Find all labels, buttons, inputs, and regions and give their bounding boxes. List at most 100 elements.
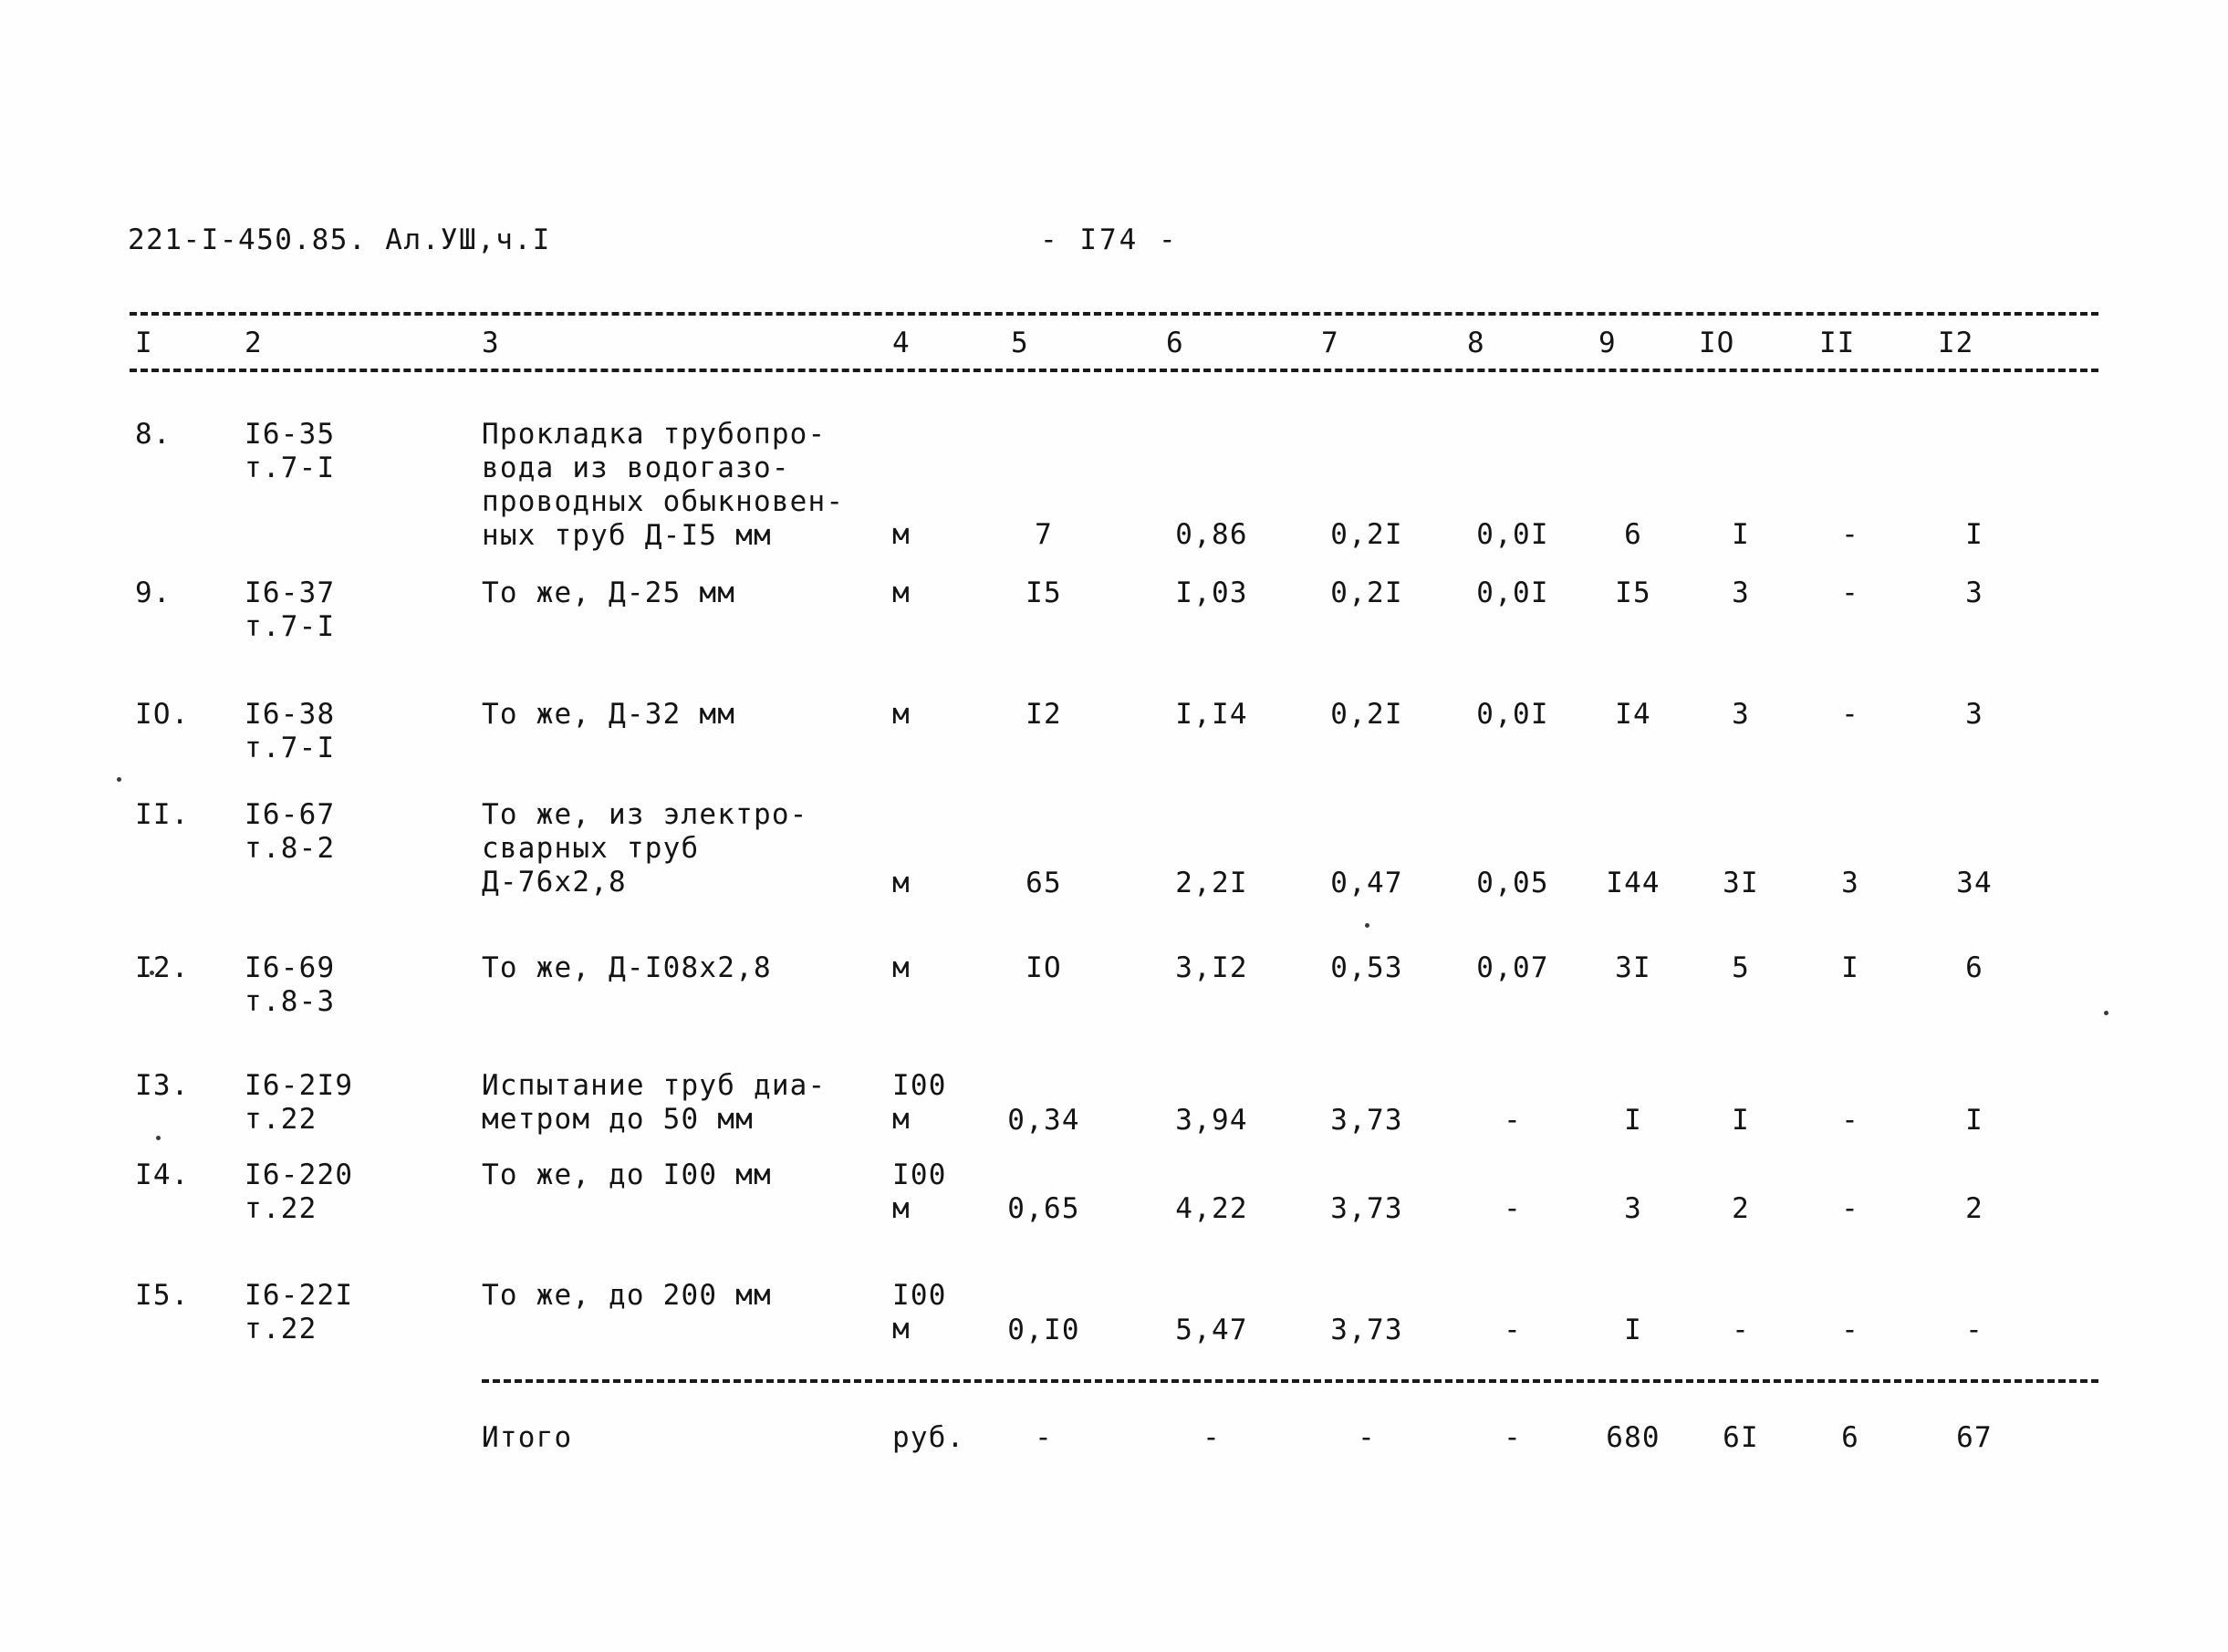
row-unit: м [892, 698, 911, 731]
table-top-rule [130, 312, 2098, 316]
column-header-5: 5 [1011, 327, 1029, 359]
row-col8: - [1504, 1104, 1522, 1137]
total-col10: 6I [1723, 1421, 1759, 1454]
row-number: I4. [135, 1158, 190, 1191]
row-code: I6-22I т.22 [245, 1279, 354, 1345]
row-unit: м [892, 577, 911, 609]
column-header-11: II [1819, 327, 1856, 359]
row-col12: 34 [1956, 867, 1993, 899]
row-col12: I [1965, 1104, 1983, 1137]
row-col10: I [1732, 1104, 1750, 1137]
column-header-7: 7 [1321, 327, 1339, 359]
total-col11: 6 [1841, 1421, 1859, 1454]
row-col5: 65 [1026, 867, 1062, 899]
row-unit: м [892, 867, 911, 899]
column-header-1: I [135, 327, 153, 359]
row-col6: 3,94 [1175, 1104, 1248, 1137]
scan-speck [2104, 1011, 2108, 1015]
row-col5: I2 [1026, 698, 1062, 731]
row-col12: 3 [1965, 577, 1983, 609]
row-col7: 3,73 [1330, 1314, 1403, 1346]
row-code: I6-69 т.8-3 [245, 951, 336, 1018]
column-header-3: 3 [482, 327, 500, 359]
row-col5: I5 [1026, 577, 1062, 609]
row-col7: 0,53 [1330, 951, 1403, 984]
row-col11: - [1841, 577, 1859, 609]
row-col7: 0,2I [1330, 518, 1403, 551]
row-col8: 0,0I [1476, 518, 1549, 551]
row-col7: 3,73 [1330, 1104, 1403, 1137]
column-header-12: I2 [1938, 327, 1974, 359]
row-col5: 0,34 [1007, 1104, 1080, 1137]
row-col11: - [1841, 518, 1859, 551]
row-col9: I [1624, 1104, 1642, 1137]
row-col11: - [1841, 1192, 1859, 1225]
row-col11: - [1841, 698, 1859, 731]
total-col8: - [1504, 1421, 1522, 1454]
row-col8: - [1504, 1192, 1522, 1225]
row-col6: I,I4 [1175, 698, 1248, 731]
row-description: То же, до 200 мм [482, 1279, 772, 1312]
row-col10: - [1732, 1314, 1750, 1346]
scan-speck [150, 971, 154, 975]
row-col9: 3 [1624, 1192, 1642, 1225]
document-code-header: 221-I-450.85. Ал.УШ,ч.I [128, 223, 551, 256]
row-col11: 3 [1841, 867, 1859, 899]
row-col8: 0,0I [1476, 577, 1549, 609]
page-number: - I74 - [1040, 223, 1179, 256]
row-col5: IO [1026, 951, 1062, 984]
row-col6: I,03 [1175, 577, 1248, 609]
row-col9: 6 [1624, 518, 1642, 551]
column-header-2: 2 [245, 327, 263, 359]
row-number: I2. [135, 951, 190, 984]
row-col7: 0,2I [1330, 698, 1403, 731]
row-col12: I [1965, 518, 1983, 551]
row-col6: 0,86 [1175, 518, 1248, 551]
row-col6: 4,22 [1175, 1192, 1248, 1225]
row-unit: м [892, 518, 911, 551]
column-header-10: IO [1699, 327, 1735, 359]
row-col9: I5 [1615, 577, 1651, 609]
row-col9: I44 [1606, 867, 1661, 899]
row-col12: 2 [1965, 1192, 1983, 1225]
row-col11: - [1841, 1104, 1859, 1137]
row-code: I6-67 т.8-2 [245, 798, 336, 865]
row-col10: 2 [1732, 1192, 1750, 1225]
column-header-8: 8 [1467, 327, 1485, 359]
row-description: То же, Д-32 мм [482, 698, 736, 731]
row-code: I6-35 т.7-I [245, 418, 336, 484]
row-col6: 3,I2 [1175, 951, 1248, 984]
row-code: I6-2I9 т.22 [245, 1069, 354, 1136]
row-unit: I00 м [892, 1158, 947, 1225]
row-col10: 3I [1723, 867, 1759, 899]
row-description: Испытание труб диа- метром до 50 мм [482, 1069, 827, 1136]
row-code: I6-37 т.7-I [245, 577, 336, 643]
row-number: 9. [135, 577, 172, 609]
column-header-9: 9 [1598, 327, 1617, 359]
total-col5: - [1035, 1421, 1053, 1454]
row-col11: I [1841, 951, 1859, 984]
row-number: II. [135, 798, 190, 831]
row-description: Прокладка трубопро- вода из водогазо- пр… [482, 418, 845, 552]
row-col9: 3I [1615, 951, 1651, 984]
row-col12: 3 [1965, 698, 1983, 731]
row-unit: I00 м [892, 1069, 947, 1136]
total-col7: - [1358, 1421, 1376, 1454]
row-number: I3. [135, 1069, 190, 1102]
scan-speck [156, 1136, 161, 1140]
row-col9: I [1624, 1314, 1642, 1346]
row-col8: 0,05 [1476, 867, 1549, 899]
row-code: I6-220 т.22 [245, 1158, 354, 1225]
row-number: IO. [135, 698, 190, 731]
row-col8: 0,07 [1476, 951, 1549, 984]
total-col9: 680 [1606, 1421, 1661, 1454]
row-col10: 3 [1732, 698, 1750, 731]
row-description: То же, до I00 мм [482, 1158, 772, 1191]
row-description: То же, из электро- сварных труб Д-76х2,8 [482, 798, 808, 899]
total-unit: руб. [892, 1421, 965, 1454]
row-col11: - [1841, 1314, 1859, 1346]
row-col5: 0,65 [1007, 1192, 1080, 1225]
row-unit: I00 м [892, 1279, 947, 1345]
scan-speck [1365, 923, 1369, 928]
document-page: 221-I-450.85. Ал.УШ,ч.I - I74 - I 2 3 4 … [0, 0, 2228, 1652]
